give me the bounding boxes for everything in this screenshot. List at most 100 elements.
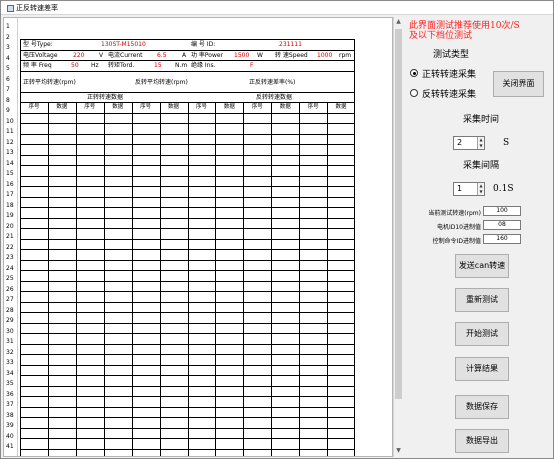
- row-number: 9: [6, 107, 10, 114]
- retest-button[interactable]: 重新测试: [455, 288, 509, 312]
- column-header-seq: 序号: [307, 103, 319, 110]
- power-label: 功 率Power: [191, 51, 224, 59]
- collect-interval-spinner[interactable]: 1 ▲ ▼: [453, 182, 485, 196]
- spinner-arrows-icon[interactable]: ▲ ▼: [477, 137, 484, 149]
- collect-time-value: 2: [457, 138, 463, 147]
- row-number: 34: [6, 369, 14, 377]
- row-number: 4: [6, 54, 10, 62]
- row-number: 17: [6, 191, 14, 198]
- speed-value: 1000: [317, 51, 333, 59]
- forward-average-label: 正转平均转速(rpm): [23, 78, 76, 86]
- grid-row-line: [20, 259, 355, 261]
- grid-row-line: [20, 144, 355, 145]
- grid-row-line: [20, 354, 355, 355]
- column-header-data: 数据: [335, 103, 347, 110]
- send-can-speed-button[interactable]: 发送can转速: [455, 254, 509, 278]
- grid-row-line: [20, 301, 355, 303]
- column-header-data: 数据: [56, 103, 68, 110]
- row-number: 24: [6, 264, 14, 272]
- column-header-seq: 序号: [28, 103, 40, 110]
- current-label: 电流Current: [108, 51, 143, 59]
- control-panel: 此界面测试推荐使用10次/S 及以下档位测试 测试类型 正转转速采集 反转转速采…: [405, 15, 553, 459]
- row-number: 3: [6, 44, 10, 51]
- scroll-thumb[interactable]: [395, 29, 402, 399]
- row-number: 31: [6, 338, 14, 345]
- row-number: 11: [6, 128, 14, 135]
- average-row: 正转平均转速(rpm) 反转平均转速(rpm) 正反转速差率(%): [20, 70, 355, 92]
- speed-diff-label: 正反转速差率(%): [249, 78, 296, 86]
- collect-interval-value: 1: [457, 184, 463, 193]
- row-number: 38: [6, 411, 14, 419]
- calculate-result-button[interactable]: 计算结果: [455, 357, 509, 381]
- current-unit: A: [182, 51, 187, 59]
- column-header-seq: 序号: [84, 103, 96, 110]
- motor-id-input[interactable]: 08: [483, 220, 521, 230]
- freq-label: 频 率 Freq: [23, 62, 52, 69]
- title-bar: 正反转速差率: [1, 1, 553, 15]
- row-number: 16: [6, 180, 14, 188]
- control-cmd-id-input[interactable]: 160: [483, 234, 521, 244]
- voltage-value: 220: [73, 51, 85, 59]
- row-number: 25: [6, 275, 14, 282]
- window-title: 正反转速差率: [16, 4, 58, 12]
- row-number: 15: [6, 170, 14, 177]
- grid-row-line: [20, 417, 355, 418]
- torque-value: 15: [154, 62, 162, 69]
- current-speed-label: 当前测试转速(rpm): [428, 210, 481, 217]
- column-header-seq: 序号: [251, 103, 263, 110]
- row-number: 33: [6, 359, 14, 366]
- current-value: 6.5: [157, 51, 167, 59]
- export-data-button[interactable]: 数据导出: [455, 429, 509, 453]
- collect-time-title: 采集时间: [463, 115, 500, 125]
- row-number-column: 1 2 3 4 5 6 7 8 9 10 11 12 13 14 15 16 17 18 19 20 21 22 23 24 2…: [4, 18, 18, 456]
- power-unit: W: [257, 51, 263, 59]
- freq-row: 频 率 Freq 50 Hz 转矩Tord. 15 N.m 绝缘 Ins. F: [20, 60, 355, 71]
- torque-unit: N.m: [175, 62, 188, 69]
- row-number: 29: [6, 317, 14, 324]
- row-number: 8: [6, 96, 10, 104]
- current-speed-input[interactable]: 100: [483, 206, 521, 216]
- voltage-label: 电压Voltage: [23, 51, 58, 59]
- power-value: 1500: [234, 51, 250, 59]
- close-button[interactable]: 关闭界面: [493, 71, 544, 97]
- app-icon: [7, 4, 14, 12]
- scroll-up-icon[interactable]: ▲: [395, 18, 402, 26]
- grid-row-line: [20, 406, 355, 408]
- ins-label: 绝缘 Ins.: [191, 62, 216, 69]
- start-test-button[interactable]: 开始测试: [455, 322, 509, 346]
- id-value: 231111: [279, 41, 302, 48]
- grid-row-line: [20, 238, 355, 240]
- scroll-down-icon[interactable]: ▼: [395, 447, 402, 455]
- collect-time-unit: S: [503, 138, 510, 148]
- save-data-button[interactable]: 数据保存: [455, 395, 509, 419]
- data-title-row: 正转转速数据 反转转速数据: [20, 91, 355, 102]
- row-number: 12: [6, 138, 14, 146]
- freq-value: 50: [71, 62, 79, 69]
- vertical-scrollbar[interactable]: ▲ ▼: [393, 17, 403, 457]
- row-number: 14: [6, 159, 14, 167]
- spinner-arrows-icon[interactable]: ▲ ▼: [477, 183, 484, 195]
- radio-forward[interactable]: [410, 69, 418, 77]
- grid-row-line: [20, 280, 355, 282]
- ins-value: F: [250, 62, 254, 69]
- radio-reverse-label[interactable]: 反转转速采集: [422, 87, 476, 100]
- electrical-row: 电压Voltage 220 V 电流Current 6.5 A 功 率Power…: [20, 49, 355, 60]
- radio-reverse[interactable]: [410, 89, 418, 97]
- column-header-data: 数据: [168, 103, 180, 110]
- spreadsheet[interactable]: 1 2 3 4 5 6 7 8 9 10 11 12 13 14 15 16 17 18 19 20 21 22 23 24 2…: [3, 17, 393, 457]
- speed-label: 转 速Speed: [275, 51, 308, 59]
- row-number: 23: [6, 254, 14, 261]
- row-number: 41: [6, 443, 14, 450]
- grid-row-line: [20, 448, 355, 450]
- radio-forward-label[interactable]: 正转转速采集: [422, 67, 476, 80]
- reverse-data-title: 反转转速数据: [256, 93, 293, 101]
- grid-row-line: [20, 427, 355, 429]
- collect-time-spinner[interactable]: 2 ▲ ▼: [453, 136, 485, 150]
- collect-interval-title: 采集间隔: [463, 161, 500, 171]
- id-label: 编 号 ID:: [191, 41, 216, 48]
- row-number: 39: [6, 422, 14, 429]
- control-cmd-id-label: 控制命令ID进制值: [432, 238, 481, 245]
- grid-row-line: [20, 385, 355, 387]
- grid-row-line: [20, 270, 355, 271]
- data-grid[interactable]: 序号 数据 序号 数据 序号 数据 序号 数据 序号 数据 序号 数据: [20, 102, 355, 456]
